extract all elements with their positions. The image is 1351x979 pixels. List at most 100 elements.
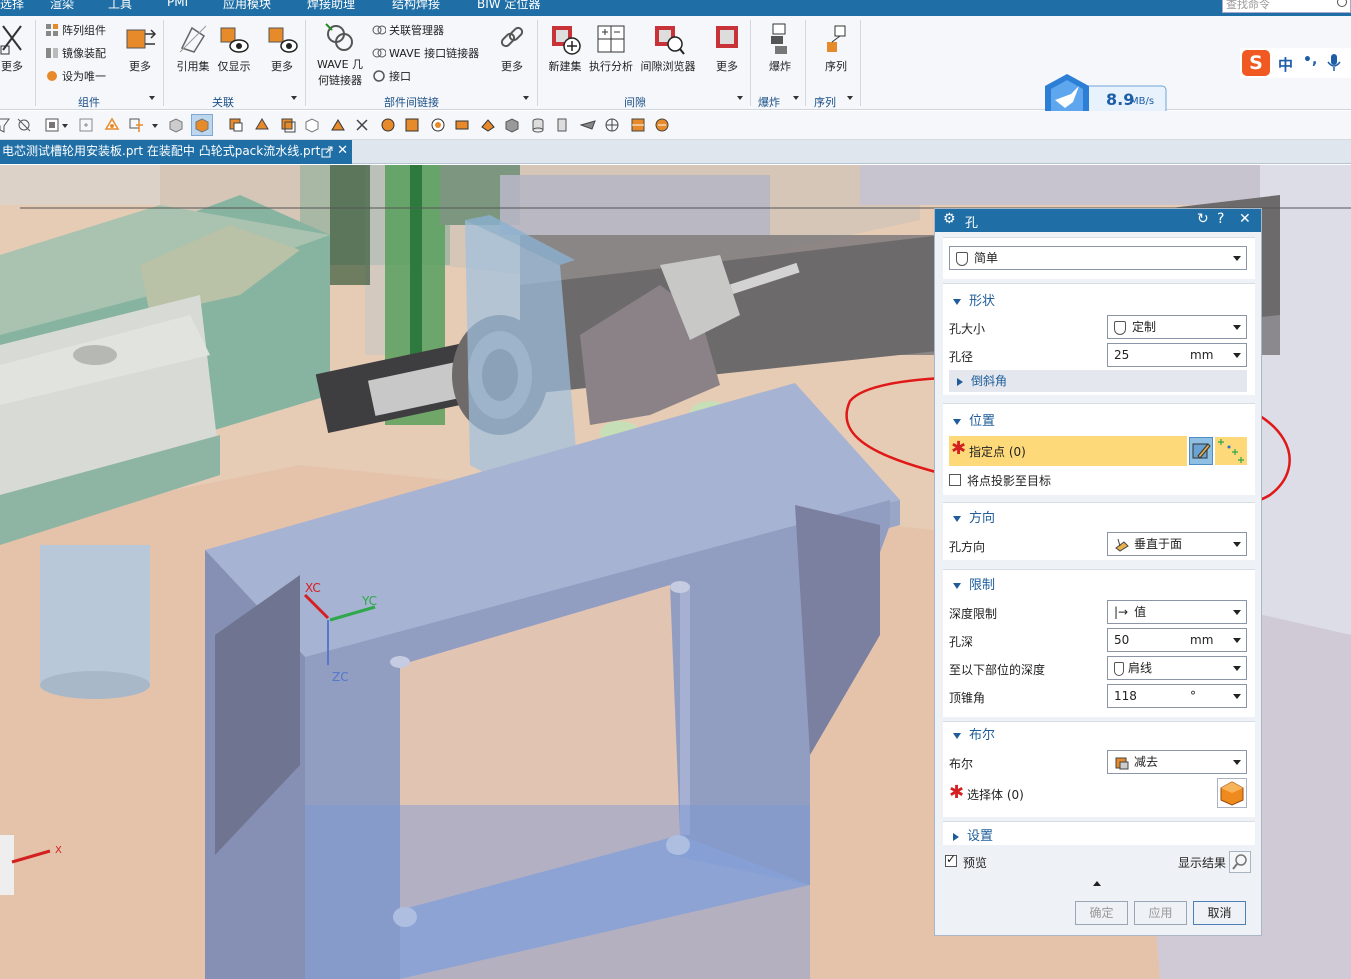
menu-weld-assistant[interactable]: 焊接助理 [307, 0, 355, 12]
collapse-icon[interactable] [1093, 881, 1101, 886]
select-body-button[interactable] [1217, 778, 1247, 808]
type-dropdown[interactable]: 简单 [949, 246, 1247, 270]
popout-icon[interactable] [321, 146, 333, 158]
reference-set-button[interactable]: 引用集 [173, 22, 213, 74]
hole-size-dropdown[interactable]: 定制 [1107, 315, 1247, 339]
reset-icon[interactable]: ↻ [1197, 211, 1209, 227]
show-result-button[interactable] [1229, 851, 1251, 873]
close-tab-icon[interactable]: ✕ [337, 140, 348, 162]
menu-structure-weld[interactable]: 结构焊接 [392, 0, 440, 12]
component-more-button[interactable]: 更多 [120, 22, 160, 74]
menu-biw-locator[interactable]: BIW 定位器 [477, 0, 540, 12]
select-type-dropdown-icon[interactable] [62, 124, 68, 128]
group-assoc-dropdown[interactable] [291, 96, 297, 100]
show-only-button[interactable]: 仅显示 [214, 22, 254, 74]
clearance-browser-button[interactable]: 间隙浏览器 [640, 22, 696, 74]
tool-h-icon[interactable] [404, 117, 420, 133]
preview-checkbox[interactable]: ✓ [945, 852, 957, 867]
settings-section-header[interactable]: 设置 [953, 825, 993, 844]
solid-icon[interactable] [194, 117, 210, 133]
snap-icon[interactable] [16, 117, 32, 133]
tool-a-icon[interactable] [228, 117, 244, 133]
cancel-button[interactable]: 取消 [1193, 901, 1246, 925]
depth-limit-dropdown[interactable]: |→ 值 [1107, 600, 1247, 624]
tab-active-part[interactable]: 电芯测试槽轮用安装板.prt 在装配中 凸轮式pack流水线.prt ✕ [0, 140, 352, 164]
tool-q-icon[interactable] [654, 117, 670, 133]
apply-button[interactable]: 应用 [1134, 901, 1187, 925]
diameter-input[interactable]: 25 mm [1107, 343, 1247, 367]
specify-point-row[interactable]: ✱ 指定点 (0) [949, 436, 1187, 466]
clearance-more-button[interactable]: 更多 [709, 22, 745, 74]
menu-tools[interactable]: 工具 [108, 0, 132, 12]
box-icon[interactable] [168, 117, 184, 133]
assoc-more-button[interactable]: 更多 [262, 22, 302, 74]
group-wave-dropdown[interactable] [523, 96, 529, 100]
array-component-button[interactable]: 阵列组件 [45, 22, 106, 38]
close-icon[interactable]: ✕ [1239, 211, 1251, 227]
tool-l-icon[interactable] [504, 117, 520, 133]
tool-m-icon[interactable] [554, 117, 570, 133]
menu-render[interactable]: 渲染 [50, 0, 74, 12]
help-icon[interactable]: ? [1217, 211, 1224, 227]
command-search-input[interactable]: 查找命令 [1222, 0, 1351, 13]
boolean-section-header[interactable]: 布尔 [953, 724, 995, 743]
microphone-icon[interactable] [1327, 54, 1341, 72]
gear-icon[interactable]: ⚙ [943, 211, 956, 227]
point-icon[interactable] [104, 117, 120, 133]
depth-to-dropdown[interactable]: 肩线 [1107, 656, 1247, 680]
make-unique-button[interactable]: 设为唯一 [45, 68, 106, 84]
chamfer-subsection[interactable]: 倒斜角 [949, 370, 1247, 392]
interface-button[interactable]: 接口 [372, 68, 411, 84]
tool-d-icon[interactable] [304, 117, 320, 133]
menu-select[interactable]: 选择 [0, 0, 24, 12]
tool-n-icon[interactable] [580, 117, 596, 133]
tool-f-icon[interactable] [354, 117, 370, 133]
boolean-dropdown[interactable]: 减去 [1107, 750, 1247, 774]
sketch-point-button[interactable] [1189, 437, 1213, 465]
run-analysis-button[interactable]: 执行分析 [588, 22, 634, 74]
ime-toolbar[interactable]: S 中 •, [1240, 48, 1351, 78]
tool-i-icon[interactable] [430, 117, 446, 133]
tool-p-icon[interactable] [630, 117, 646, 133]
move-icon[interactable] [128, 117, 144, 133]
limit-section-header[interactable]: 限制 [953, 574, 995, 593]
group-clearance-dropdown[interactable] [737, 96, 743, 100]
explode-button[interactable]: 爆炸 [762, 22, 798, 74]
tool-e-icon[interactable] [330, 117, 346, 133]
move-dropdown-icon[interactable] [152, 124, 158, 128]
tool-g-icon[interactable] [380, 117, 396, 133]
zoom-icon[interactable] [78, 117, 94, 133]
wave-more-button[interactable]: 更多 [494, 22, 530, 74]
direction-section-header[interactable]: 方向 [953, 507, 995, 526]
hole-depth-input[interactable]: 50 mm [1107, 628, 1247, 652]
more-button-left[interactable]: 更多 [0, 22, 26, 74]
ok-button[interactable]: 确定 [1075, 901, 1128, 925]
position-section-header[interactable]: 位置 [953, 410, 995, 429]
project-point-checkbox[interactable] [949, 474, 961, 486]
select-type-icon[interactable] [44, 117, 60, 133]
group-explode-dropdown[interactable] [793, 96, 799, 100]
tool-c-icon[interactable] [280, 117, 296, 133]
filter-icon[interactable] [0, 117, 10, 133]
hole-direction-dropdown[interactable]: 垂直于面 [1107, 532, 1247, 556]
wave-interface-linker-button[interactable]: WAVE 接口链接器 [372, 45, 479, 61]
group-component-dropdown[interactable] [149, 96, 155, 100]
ime-lang[interactable]: 中 [1278, 54, 1293, 75]
tool-k-icon[interactable] [480, 117, 496, 133]
point-dialog-button[interactable] [1215, 437, 1247, 465]
tool-o-icon[interactable] [604, 117, 620, 133]
shape-section-header[interactable]: 形状 [953, 290, 995, 309]
relation-manager-button[interactable]: 关联管理器 [372, 22, 444, 38]
wave-geometry-linker-button[interactable]: WAVE 几 何链接器 [314, 20, 366, 88]
new-set-button[interactable]: 新建集 [545, 22, 585, 74]
tip-angle-input[interactable]: 118 ° [1107, 684, 1247, 708]
sequence-button[interactable]: 序列 [818, 22, 854, 74]
ime-punct[interactable]: •, [1303, 52, 1317, 68]
tool-b-icon[interactable] [254, 117, 270, 133]
tool-j-icon[interactable] [454, 117, 470, 133]
menu-pmi[interactable]: PMI [167, 0, 188, 9]
cylinder-icon[interactable] [530, 117, 546, 133]
menu-applications[interactable]: 应用模块 [223, 0, 271, 12]
group-sequence-dropdown[interactable] [847, 96, 853, 100]
mirror-assembly-button[interactable]: 镜像装配 [45, 45, 106, 61]
